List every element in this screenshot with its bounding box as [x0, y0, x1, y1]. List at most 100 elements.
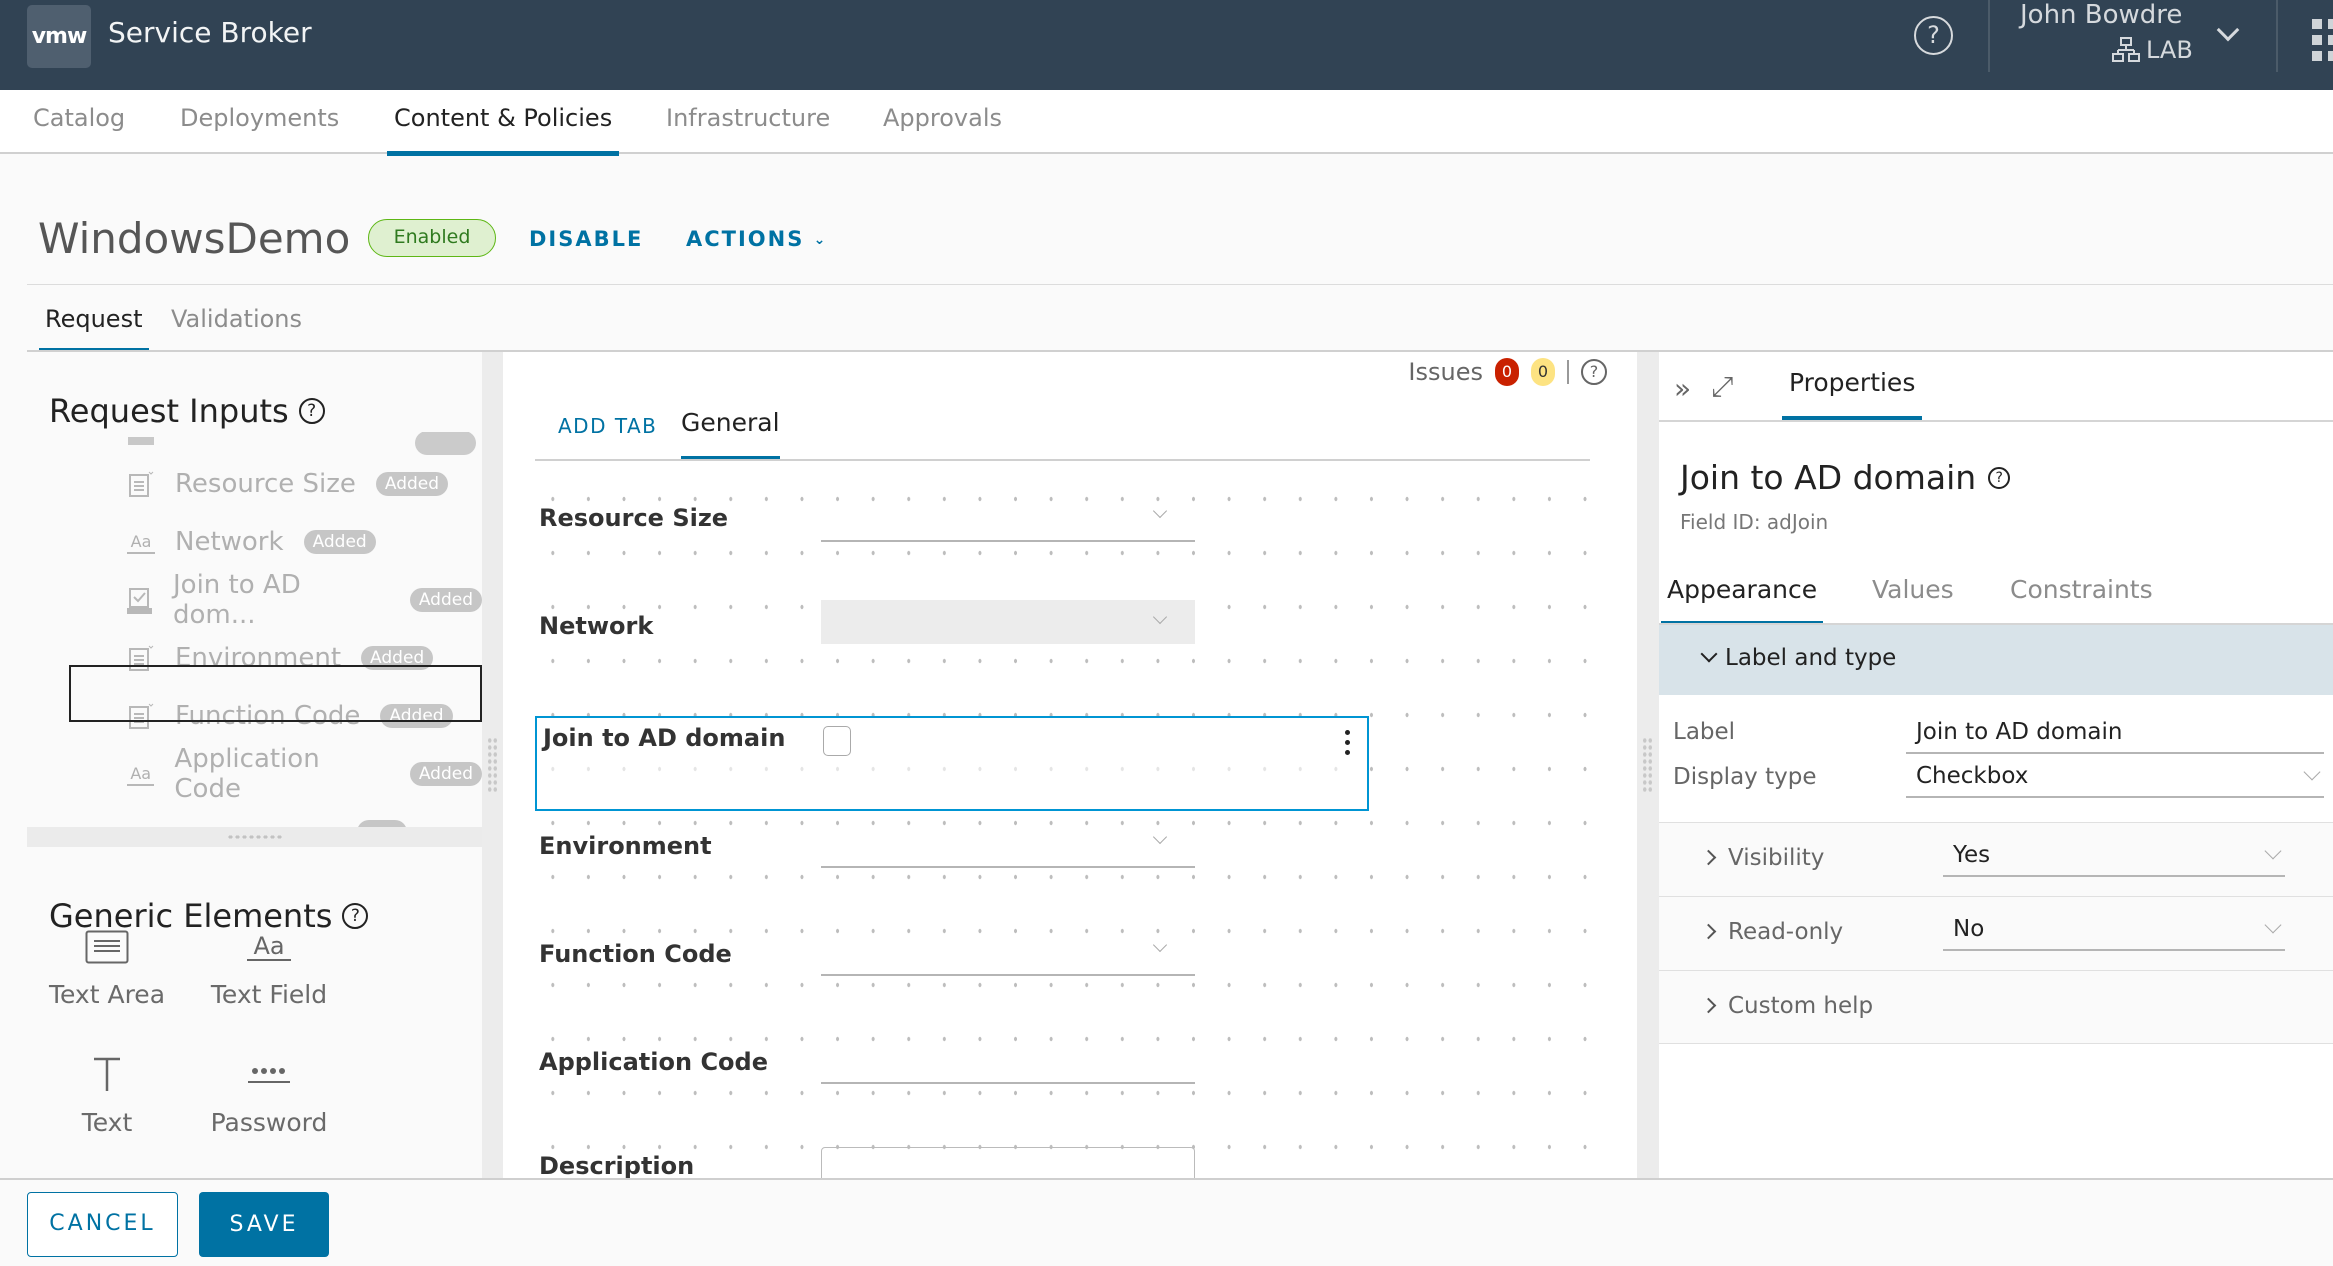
visibility-caption: Visibility	[1728, 845, 1825, 871]
dropdown-input[interactable]	[821, 824, 1195, 868]
generic-element-label: Text Field	[210, 980, 328, 1009]
palette-panel: Request Inputs ? Resource Size Added Aa …	[27, 352, 482, 1178]
panel-splitter[interactable]	[1637, 352, 1659, 1178]
list-item[interactable]	[127, 432, 477, 455]
tab-general[interactable]: General	[681, 408, 780, 461]
help-icon[interactable]: ?	[1581, 359, 1607, 385]
tab-values[interactable]: Values	[1872, 575, 1954, 623]
warning-count-badge[interactable]: 0	[1531, 358, 1555, 386]
chevron-down-icon	[2264, 916, 2282, 934]
list-item[interactable]: Aa Application Code Added	[127, 744, 482, 804]
help-icon[interactable]: ?	[1988, 466, 2011, 489]
disable-button[interactable]: DISABLE	[529, 227, 643, 251]
chevron-right-icon	[1700, 923, 1717, 940]
form-field-join-ad-selected[interactable]: Join to AD domain	[535, 716, 1369, 811]
visibility-select[interactable]: Yes	[1943, 835, 2285, 877]
generic-element-password[interactable]: Password	[189, 1050, 349, 1137]
field-label: Function Code	[539, 940, 732, 968]
tab-constraints[interactable]: Constraints	[2010, 575, 2153, 623]
add-tab-button[interactable]: ADD TAB	[558, 414, 657, 438]
nav-item-infrastructure[interactable]: Infrastructure	[666, 104, 830, 154]
custom-help-caption: Custom help	[1728, 993, 1874, 1019]
list-item[interactable]: Aa Network Added	[127, 513, 376, 571]
panel-splitter[interactable]	[27, 827, 482, 847]
tab-request[interactable]: Request	[39, 305, 148, 353]
request-inputs-title: Request Inputs	[49, 392, 289, 430]
nav-item-content-policies[interactable]: Content & Policies	[386, 104, 620, 156]
item-label: Resource Size	[175, 469, 356, 499]
status-badge: Enabled	[368, 219, 496, 257]
checkbox[interactable]	[823, 726, 851, 756]
text-input[interactable]	[821, 1040, 1195, 1084]
main-nav: Catalog Deployments Content & Policies I…	[0, 90, 2333, 156]
chevron-down-icon	[2264, 842, 2282, 860]
collapse-panel-icon[interactable]: »	[1674, 372, 1691, 405]
generic-element-text-field[interactable]: Aa Text Field	[189, 922, 349, 1009]
help-icon[interactable]: ?	[1914, 16, 1953, 55]
field-label: Resource Size	[539, 504, 729, 532]
save-button[interactable]: SAVE	[199, 1192, 329, 1257]
textarea-input[interactable]	[821, 1147, 1195, 1178]
panel-splitter[interactable]	[482, 352, 503, 1178]
tab-properties[interactable]: Properties	[1781, 368, 1923, 421]
field-label: Environment	[539, 832, 712, 860]
field-label: Description	[539, 1152, 695, 1178]
nav-item-deployments[interactable]: Deployments	[180, 104, 339, 154]
chevron-down-icon	[1700, 645, 1718, 663]
dropdown-icon	[127, 470, 155, 498]
form-canvas: Issues 0 0 ? ADD TAB General Resource Si…	[503, 352, 1637, 1178]
section-read-only[interactable]: Read-only No	[1659, 896, 2333, 970]
tab-validations[interactable]: Validations	[171, 305, 302, 351]
apps-grid-icon[interactable]	[2312, 19, 2333, 61]
dropdown-input[interactable]	[821, 498, 1195, 542]
readonly-select[interactable]: No	[1943, 909, 2285, 951]
dropdown-input-disabled	[821, 600, 1195, 644]
issues-label: Issues	[1408, 358, 1483, 386]
text-area-icon	[27, 922, 187, 972]
label-input[interactable]: Join to AD domain	[1906, 712, 2324, 754]
section-visibility[interactable]: Visibility Yes	[1659, 822, 2333, 896]
expand-icon[interactable]: ⤢	[1711, 370, 1733, 404]
section-label-and-type[interactable]: Label and type	[1659, 625, 2333, 695]
actions-dropdown[interactable]: ACTIONS ⌄	[686, 227, 827, 251]
section-title: Visibility	[1700, 845, 1825, 871]
error-count-badge[interactable]: 0	[1495, 358, 1519, 386]
page-title: WindowsDemo	[38, 214, 351, 263]
drag-handle-icon[interactable]	[1642, 737, 1653, 793]
drag-handle-icon[interactable]	[227, 834, 282, 840]
issues-indicator[interactable]: Issues 0 0 ?	[1408, 358, 1607, 386]
item-label: Join to AD dom...	[173, 570, 301, 630]
request-inputs-list[interactable]: Resource Size Added Aa Network Added Joi…	[27, 432, 482, 827]
list-item[interactable]: Resource Size Added	[127, 455, 449, 513]
nav-item-approvals[interactable]: Approvals	[883, 104, 1002, 154]
label-caption: Label	[1673, 719, 1736, 745]
list-item[interactable]	[127, 803, 408, 827]
help-icon[interactable]: ?	[298, 398, 325, 424]
nav-item-catalog[interactable]: Catalog	[33, 104, 125, 154]
vmware-logo[interactable]: vmw	[27, 5, 91, 68]
top-header: vmw Service Broker ? John Bowdre LAB	[0, 0, 2333, 90]
more-options-icon[interactable]	[1345, 730, 1351, 755]
dropdown-icon	[127, 432, 155, 445]
properties-title: Join to AD domain ?	[1680, 458, 2011, 497]
item-label: Network	[175, 527, 284, 557]
org-switcher[interactable]: LAB	[2112, 36, 2193, 64]
chevron-down-icon	[1152, 937, 1168, 953]
added-badge: Added	[303, 530, 376, 554]
section-custom-help[interactable]: Custom help	[1659, 970, 2333, 1044]
drag-handle-icon[interactable]	[487, 737, 498, 793]
generic-element-text[interactable]: Text	[27, 1050, 187, 1137]
properties-panel: » ⤢ Properties Join to AD domain ? Field…	[1659, 352, 2333, 1178]
actions-label: ACTIONS	[686, 227, 805, 251]
selection-outline	[69, 665, 482, 722]
section-title: Read-only	[1700, 919, 1843, 945]
list-item-selected[interactable]: Join to AD dom... Added	[127, 570, 482, 630]
dropdown-input[interactable]	[821, 932, 1195, 976]
tab-appearance[interactable]: Appearance	[1660, 575, 1824, 626]
chevron-down-icon[interactable]	[2216, 18, 2240, 42]
display-type-select[interactable]: Checkbox	[1906, 756, 2324, 798]
generic-element-text-area[interactable]: Text Area	[27, 922, 187, 1009]
password-icon	[189, 1050, 349, 1100]
cancel-button[interactable]: CANCEL	[27, 1192, 178, 1257]
chevron-down-icon	[1152, 503, 1168, 519]
